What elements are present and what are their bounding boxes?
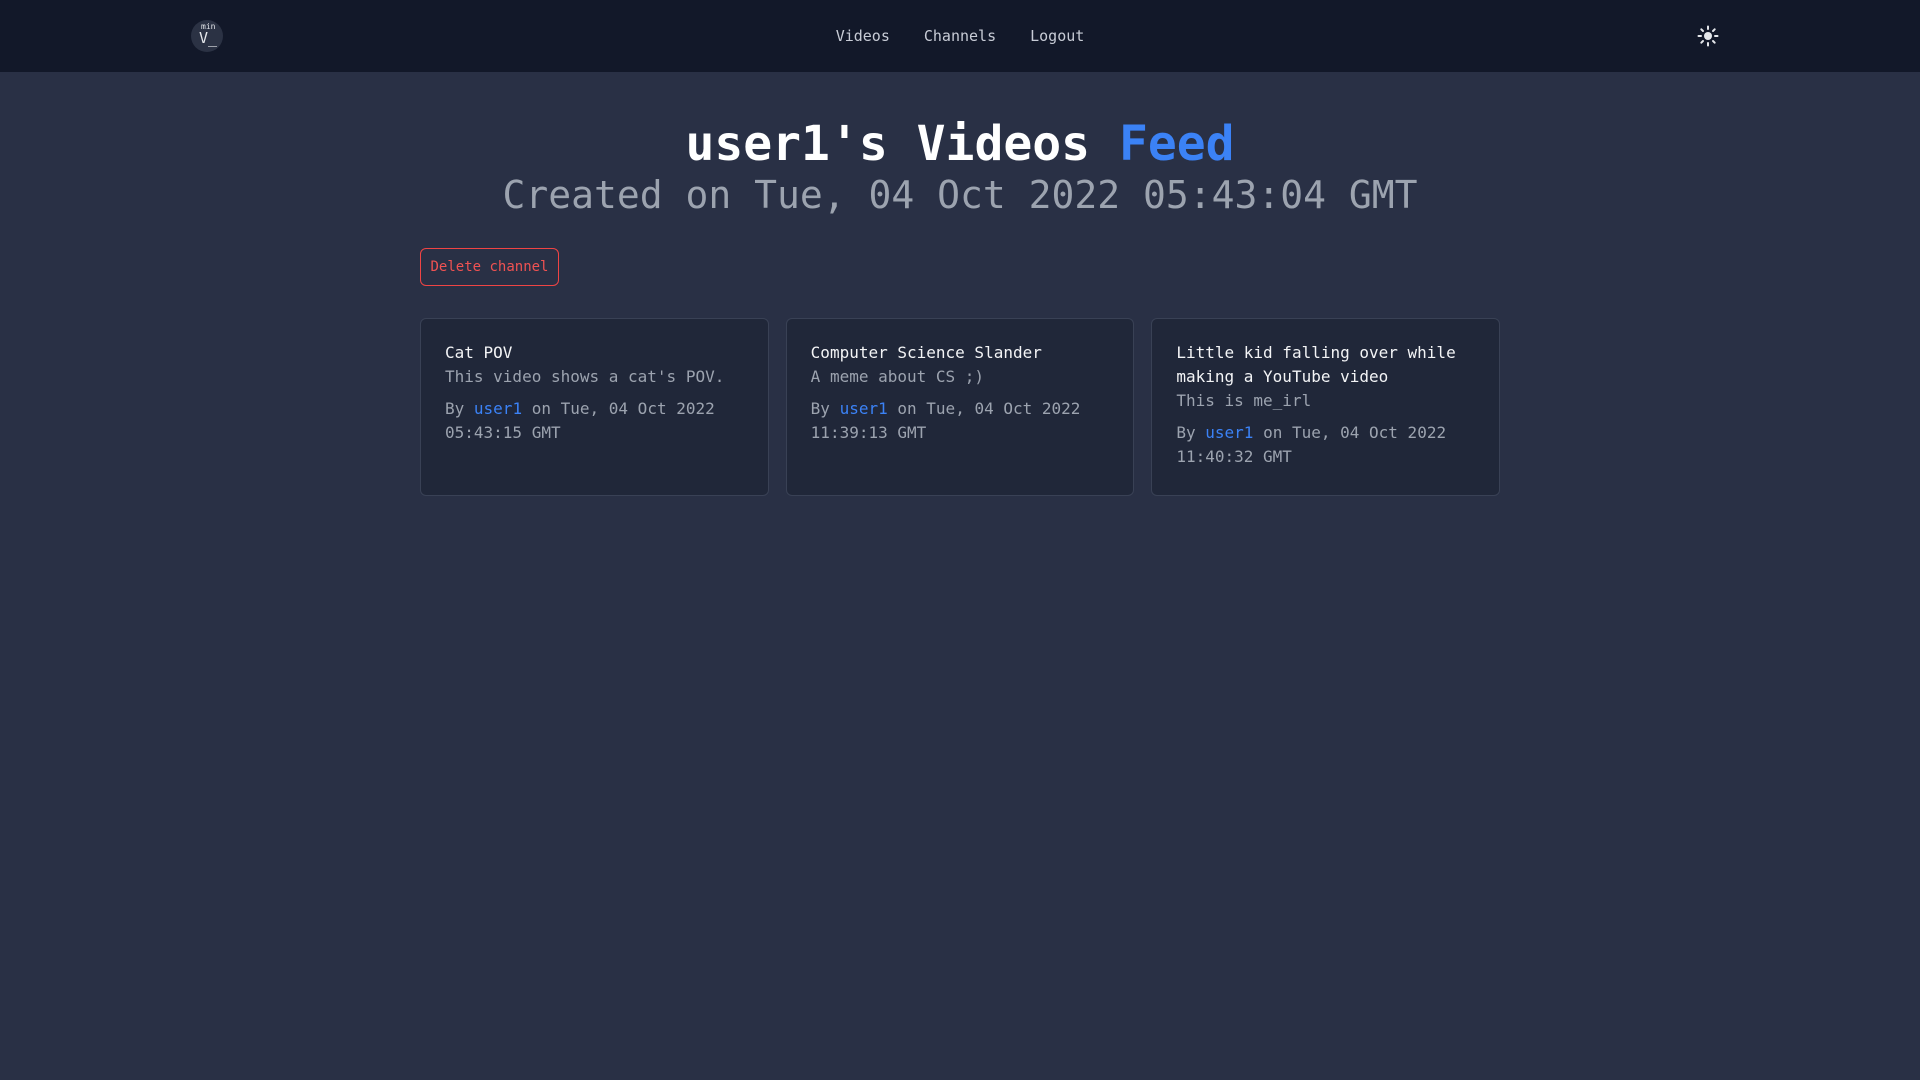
author-link[interactable]: user1 bbox=[1205, 423, 1253, 442]
page-title: user1's Videos Feed bbox=[0, 112, 1920, 176]
by-label: By bbox=[1176, 423, 1196, 442]
video-description: A meme about CS ;) bbox=[810, 367, 985, 386]
nav-link-videos[interactable]: Videos bbox=[836, 27, 890, 45]
theme-toggle-button[interactable] bbox=[1696, 24, 1720, 48]
video-description: This video shows a cat's POV. bbox=[445, 367, 725, 386]
page-subtitle: Created on Tue, 04 Oct 2022 05:43:04 GMT bbox=[502, 173, 1418, 217]
sun-icon bbox=[1697, 25, 1719, 47]
video-card[interactable]: Computer Science Slander A meme about CS… bbox=[785, 318, 1135, 496]
page-title-main: user1's Videos bbox=[685, 116, 1091, 172]
logo-text: V_ bbox=[199, 29, 218, 47]
nav-link-channels[interactable]: Channels bbox=[924, 27, 996, 45]
video-card[interactable]: Little kid falling over while making a Y… bbox=[1151, 318, 1501, 496]
by-label: By bbox=[445, 399, 465, 418]
by-label: By bbox=[810, 399, 830, 418]
nav-link-logout[interactable]: Logout bbox=[1030, 27, 1084, 45]
video-meta: By user1 on Tue, 04 Oct 2022 11:39:13 GM… bbox=[811, 397, 1110, 445]
video-card-list: Cat POV This video shows a cat's POV. By… bbox=[420, 318, 1501, 496]
author-link[interactable]: user1 bbox=[474, 399, 522, 418]
video-meta: By user1 on Tue, 04 Oct 2022 05:43:15 GM… bbox=[445, 397, 744, 445]
video-title: Little kid falling over while making a Y… bbox=[1176, 343, 1456, 386]
author-link[interactable]: user1 bbox=[840, 399, 888, 418]
page-title-accent: Feed bbox=[1118, 116, 1235, 172]
delete-channel-button[interactable]: Delete channel bbox=[420, 248, 559, 286]
video-card[interactable]: Cat POV This video shows a cat's POV. By… bbox=[420, 318, 769, 496]
video-title: Computer Science Slander bbox=[810, 343, 1042, 362]
navbar: min V_ Videos Channels Logout bbox=[0, 0, 1920, 72]
logo[interactable]: min V_ bbox=[191, 20, 223, 52]
video-description: This is me_irl bbox=[1176, 391, 1312, 410]
video-meta: By user1 on Tue, 04 Oct 2022 11:40:32 GM… bbox=[1176, 421, 1475, 469]
video-title: Cat POV bbox=[445, 343, 513, 362]
nav-links: Videos Channels Logout bbox=[0, 0, 1920, 72]
